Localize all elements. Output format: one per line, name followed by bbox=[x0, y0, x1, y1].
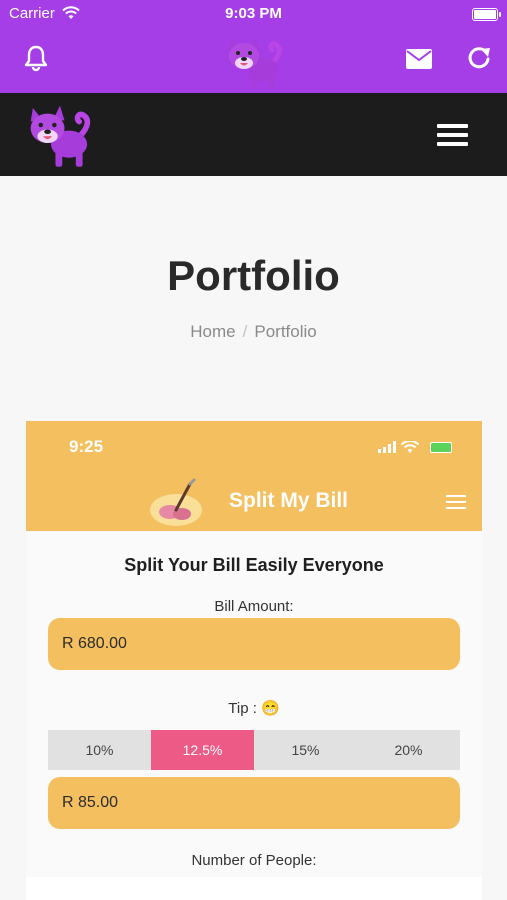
screenshot-app-bar: 9:25 Split My Bill bbox=[26, 421, 482, 531]
refresh-icon[interactable] bbox=[465, 44, 493, 72]
shiba-dog-logo[interactable] bbox=[225, 32, 285, 90]
shiba-dog-logo[interactable] bbox=[26, 99, 94, 169]
bill-amount-field: R 680.00 bbox=[48, 618, 460, 670]
breadcrumb-home-link[interactable]: Home bbox=[190, 322, 235, 341]
tip-option-15: 15% bbox=[291, 742, 320, 758]
mail-icon[interactable] bbox=[405, 48, 433, 70]
tip-label: Tip : 😁 bbox=[228, 700, 280, 717]
tip-selector: 10% 12.5% 15% 20% bbox=[48, 730, 460, 770]
signal-wifi-icon bbox=[378, 441, 420, 453]
screenshot-heading: Split Your Bill Easily Everyone bbox=[124, 555, 384, 575]
page-title: Portfolio bbox=[167, 252, 340, 299]
screenshot-bottom-card bbox=[26, 877, 482, 900]
site-header bbox=[0, 93, 507, 176]
breadcrumb-current: Portfolio bbox=[254, 322, 317, 341]
bill-amount-label: Bill Amount: bbox=[214, 598, 294, 615]
tip-amount-field: R 85.00 bbox=[48, 777, 460, 829]
hamburger-icon[interactable] bbox=[437, 124, 468, 146]
screenshot-battery-icon bbox=[430, 442, 452, 453]
number-of-people-label: Number of People: bbox=[191, 852, 317, 869]
app-bar: Carrier 9:03 PM bbox=[0, 0, 507, 93]
screenshot-app-title: Split My Bill bbox=[229, 489, 349, 512]
status-bar: Carrier 9:03 PM bbox=[0, 5, 507, 25]
bell-icon[interactable] bbox=[22, 44, 50, 72]
tip-option-10: 10% bbox=[85, 742, 114, 758]
breadcrumb: Home / Portfolio bbox=[0, 322, 507, 342]
breadcrumb-separator: / bbox=[242, 322, 248, 341]
screenshot-menu-icon bbox=[446, 495, 466, 509]
screenshot-status-time: 9:25 bbox=[69, 437, 104, 456]
tip-option-20: 20% bbox=[394, 742, 423, 758]
status-time: 9:03 PM bbox=[225, 5, 282, 22]
portfolio-screenshot[interactable]: 9:25 Split My Bill Split Your Bill Easil… bbox=[26, 421, 482, 900]
battery-icon bbox=[472, 8, 501, 21]
tip-option-12-5: 12.5% bbox=[151, 730, 254, 770]
bill-knife-logo-icon bbox=[150, 478, 202, 526]
